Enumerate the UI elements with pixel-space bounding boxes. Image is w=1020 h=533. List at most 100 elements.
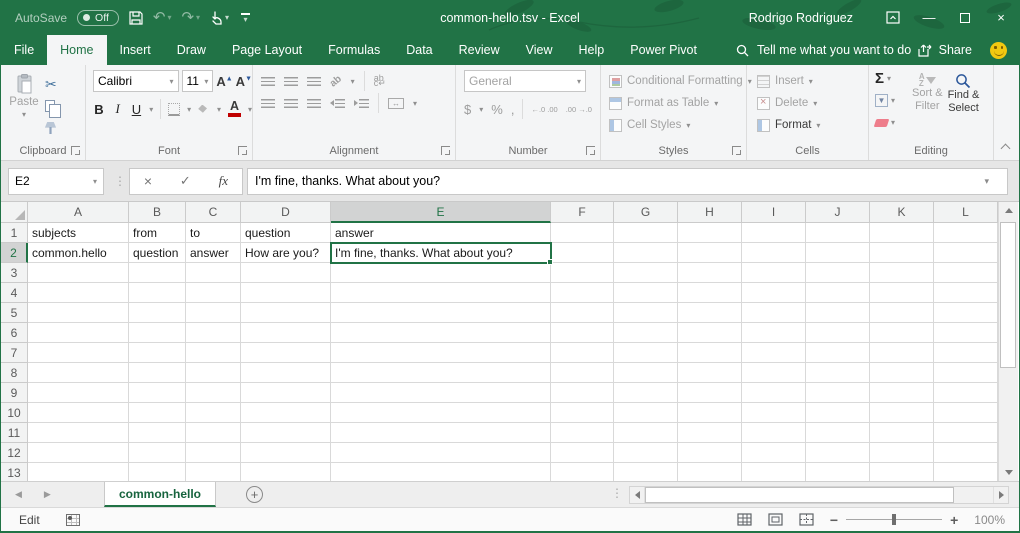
cell-H6[interactable] (678, 323, 742, 343)
font-color-button[interactable]: A (228, 101, 241, 117)
cell-K11[interactable] (870, 423, 934, 443)
row-header-5[interactable]: 5 (1, 303, 28, 323)
row-header-1[interactable]: 1 (1, 223, 28, 243)
currency-format-button[interactable]: $ (464, 102, 471, 117)
tab-help[interactable]: Help (566, 35, 618, 65)
percent-format-button[interactable]: % (491, 102, 503, 117)
cell-L5[interactable] (934, 303, 998, 323)
increase-decimal-icon[interactable]: ←.0 .00 (531, 106, 557, 113)
cell-B12[interactable] (129, 443, 186, 463)
cell-C8[interactable] (186, 363, 241, 383)
undo-button[interactable]: ↶▾ (153, 10, 172, 25)
cell-J1[interactable] (806, 223, 870, 243)
cell-K13[interactable] (870, 463, 934, 481)
cell-F8[interactable] (551, 363, 614, 383)
save-button[interactable] (129, 11, 143, 25)
align-middle-icon[interactable] (284, 77, 298, 86)
cell-A13[interactable] (28, 463, 129, 481)
cell-D11[interactable] (241, 423, 331, 443)
autosave-toggle[interactable]: Off (77, 10, 119, 26)
col-header-B[interactable]: B (129, 202, 186, 223)
cell-I10[interactable] (742, 403, 806, 423)
cell-A1[interactable]: subjects (28, 223, 129, 243)
next-sheet-button[interactable]: ▶ (44, 489, 51, 500)
bold-button[interactable]: B (93, 102, 105, 117)
zoom-in-button[interactable]: + (950, 512, 958, 528)
cell-H9[interactable] (678, 383, 742, 403)
row-header-13[interactable]: 13 (1, 463, 28, 481)
cell-B8[interactable] (129, 363, 186, 383)
col-header-A[interactable]: A (28, 202, 129, 223)
cell-I6[interactable] (742, 323, 806, 343)
cell-C11[interactable] (186, 423, 241, 443)
clipboard-dialog-launcher[interactable] (71, 146, 80, 155)
cell-G1[interactable] (614, 223, 678, 243)
col-header-G[interactable]: G (614, 202, 678, 223)
sheet-tab-common-hello[interactable]: common-hello (104, 482, 216, 507)
cell-H5[interactable] (678, 303, 742, 323)
zoom-slider[interactable] (846, 514, 942, 525)
cell-C10[interactable] (186, 403, 241, 423)
cell-K12[interactable] (870, 443, 934, 463)
cell-H10[interactable] (678, 403, 742, 423)
cell-C13[interactable] (186, 463, 241, 481)
cell-C7[interactable] (186, 343, 241, 363)
cell-H1[interactable] (678, 223, 742, 243)
cell-D12[interactable] (241, 443, 331, 463)
redo-button[interactable]: ↷▾ (181, 10, 200, 25)
cell-K1[interactable] (870, 223, 934, 243)
cell-J10[interactable] (806, 403, 870, 423)
cell-C2[interactable]: answer (186, 243, 241, 263)
cell-H13[interactable] (678, 463, 742, 481)
orientation-caret-icon[interactable]: ▾ (351, 77, 355, 86)
conditional-formatting-button[interactable]: Conditional Formatting▾ (609, 70, 746, 92)
cell-G12[interactable] (614, 443, 678, 463)
cell-G10[interactable] (614, 403, 678, 423)
cell-H12[interactable] (678, 443, 742, 463)
cell-H4[interactable] (678, 283, 742, 303)
cell-I12[interactable] (742, 443, 806, 463)
underline-button[interactable]: U (131, 102, 143, 117)
share-button[interactable]: Share (918, 35, 972, 65)
increase-font-size-button[interactable]: A▲ (216, 74, 232, 89)
zoom-slider-thumb[interactable] (892, 514, 896, 525)
styles-dialog-launcher[interactable] (732, 146, 741, 155)
customize-qat-button[interactable]: ▾ (241, 13, 250, 22)
cell-L2[interactable] (934, 243, 998, 263)
close-button[interactable]: × (983, 0, 1019, 35)
cell-B4[interactable] (129, 283, 186, 303)
cell-F9[interactable] (551, 383, 614, 403)
cell-I11[interactable] (742, 423, 806, 443)
borders-caret-icon[interactable]: ▾ (187, 105, 191, 114)
cell-H3[interactable] (678, 263, 742, 283)
align-left-icon[interactable] (261, 99, 275, 108)
cell-K10[interactable] (870, 403, 934, 423)
cell-styles-button[interactable]: Cell Styles▾ (609, 114, 746, 136)
font-size-combobox[interactable]: 11▾ (182, 70, 214, 92)
cell-J3[interactable] (806, 263, 870, 283)
cell-L10[interactable] (934, 403, 998, 423)
cell-E5[interactable] (331, 303, 551, 323)
cell-B10[interactable] (129, 403, 186, 423)
scroll-left-button[interactable] (630, 487, 645, 503)
cell-B9[interactable] (129, 383, 186, 403)
cell-G6[interactable] (614, 323, 678, 343)
cell-A4[interactable] (28, 283, 129, 303)
cell-F13[interactable] (551, 463, 614, 481)
cell-F11[interactable] (551, 423, 614, 443)
cell-K4[interactable] (870, 283, 934, 303)
cell-C12[interactable] (186, 443, 241, 463)
cell-L9[interactable] (934, 383, 998, 403)
decrease-indent-icon[interactable] (330, 99, 345, 108)
cell-I7[interactable] (742, 343, 806, 363)
cell-E12[interactable] (331, 443, 551, 463)
row-header-4[interactable]: 4 (1, 283, 28, 303)
cell-F3[interactable] (551, 263, 614, 283)
tab-page-layout[interactable]: Page Layout (219, 35, 315, 65)
orientation-icon[interactable]: ab (328, 73, 344, 89)
tab-formulas[interactable]: Formulas (315, 35, 393, 65)
cell-I8[interactable] (742, 363, 806, 383)
cell-C1[interactable]: to (186, 223, 241, 243)
cell-I13[interactable] (742, 463, 806, 481)
cell-B5[interactable] (129, 303, 186, 323)
